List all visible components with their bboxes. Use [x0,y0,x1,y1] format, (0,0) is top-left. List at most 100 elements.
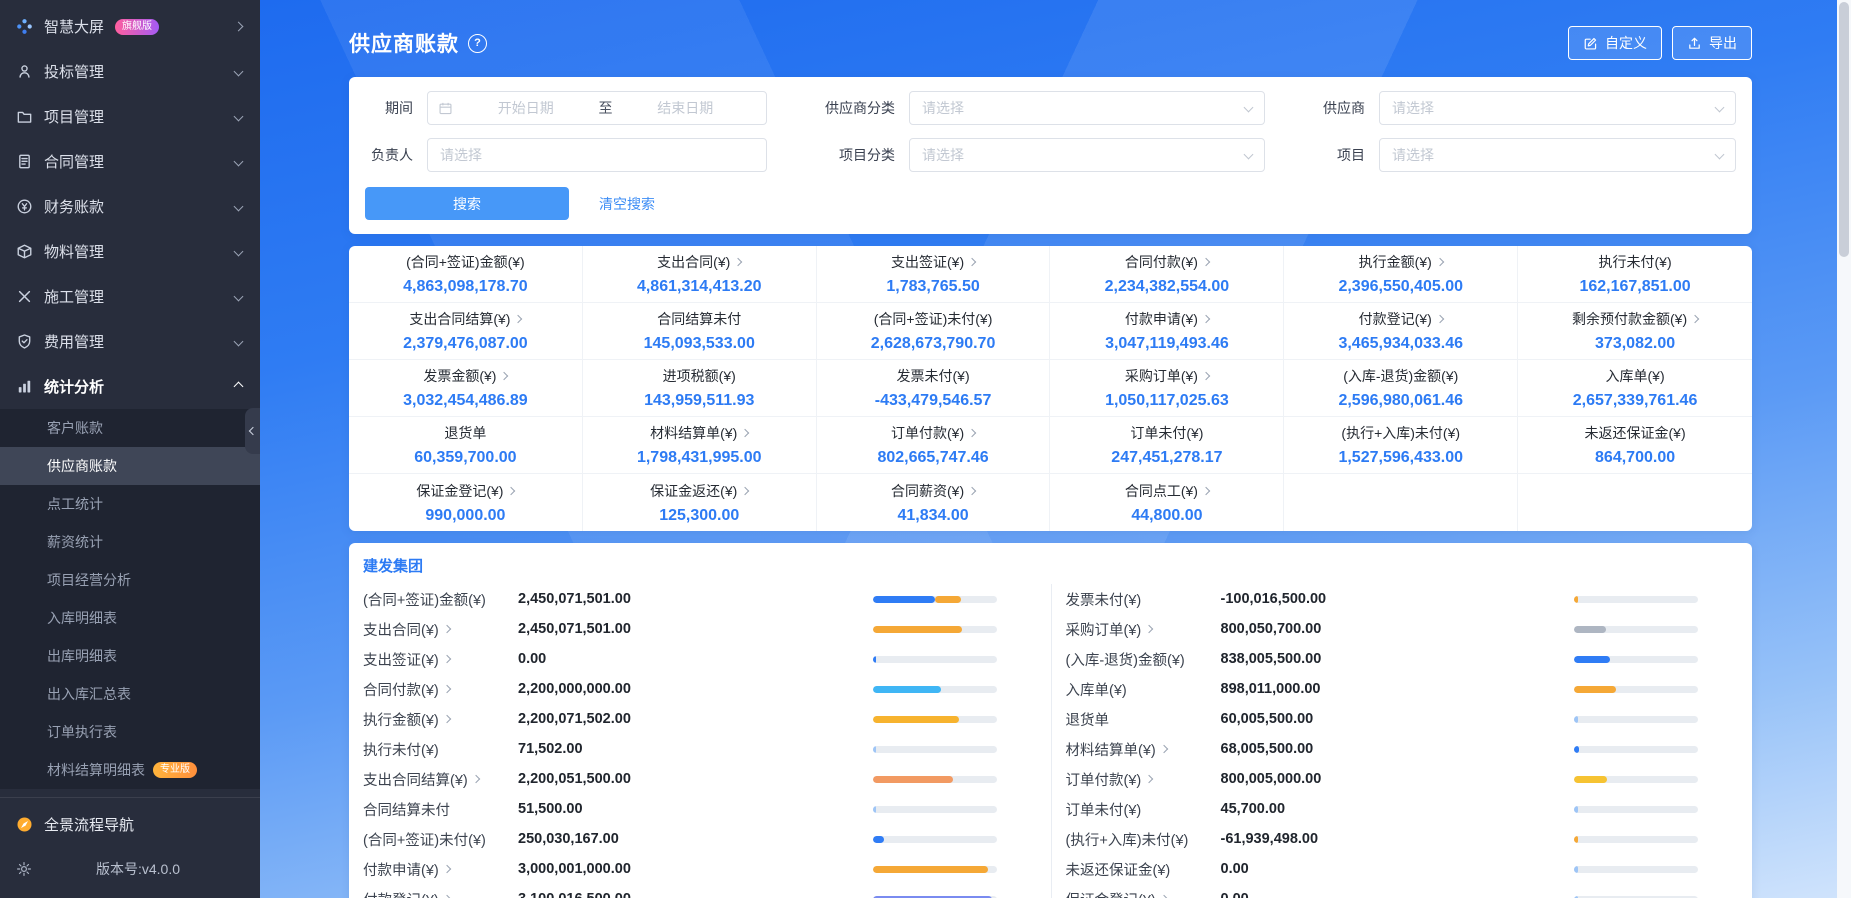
chevron-right-icon [1202,372,1210,380]
sidebar-subitem[interactable]: 供应商账款 [0,447,260,485]
stat-cell: (合同+签证)未付(¥)2,628,673,790.70 [817,303,1051,360]
stat-cell[interactable]: 支出合同结算(¥)2,379,476,087.00 [349,303,583,360]
sidebar-item[interactable]: 统计分析 [0,364,260,409]
project-input[interactable] [1380,139,1735,171]
stat-label-text: 合同点工(¥) [1125,481,1198,501]
calendar-icon [438,101,453,116]
detail-row-label[interactable]: 支出签证(¥) [363,649,518,670]
sidebar-item[interactable]: 施工管理 [0,274,260,319]
project-category-select[interactable] [909,138,1265,172]
chevron-right-icon [1145,775,1153,783]
detail-row-label[interactable]: 付款登记(¥) [363,889,518,898]
gear-icon[interactable] [16,861,32,877]
start-date-input[interactable] [455,92,597,124]
progress-fill [1574,746,1579,753]
project-select[interactable] [1379,138,1736,172]
stat-cell[interactable]: 付款登记(¥)3,465,934,033.46 [1284,303,1518,360]
stat-value: 2,596,980,061.46 [1338,392,1463,410]
stat-label-text: (执行+入库)未付(¥) [1341,423,1460,443]
detail-row-label[interactable]: 订单付款(¥) [1066,769,1221,790]
project-category-input[interactable] [910,139,1264,171]
detail-row-label[interactable]: 合同付款(¥) [363,679,518,700]
stat-label-text: 入库单(¥) [1606,366,1665,386]
export-button[interactable]: 导出 [1672,26,1752,60]
supplier-category-input[interactable] [910,92,1264,124]
sidebar-subitem[interactable]: 出入库汇总表 [0,675,260,713]
manager-input[interactable] [428,139,766,171]
sidebar-subitem[interactable]: 材料结算明细表专业版 [0,751,260,789]
sidebar-item[interactable]: 合同管理 [0,139,260,184]
detail-row: 支出合同结算(¥)2,200,051,500.00 [349,764,1051,794]
help-icon[interactable]: ? [468,34,487,53]
stat-cell[interactable]: 发票金额(¥)3,032,454,486.89 [349,360,583,417]
sidebar-collapse-handle[interactable] [245,408,260,454]
stat-label: 执行未付(¥) [1599,252,1672,272]
sidebar-subitem[interactable]: 项目经营分析 [0,561,260,599]
supplier-input[interactable] [1380,92,1735,124]
stat-cell[interactable]: 采购订单(¥)1,050,117,025.63 [1050,360,1284,417]
sidebar-item[interactable]: 费用管理 [0,319,260,364]
progress-fill [1574,776,1607,783]
sidebar-item[interactable]: 物料管理 [0,229,260,274]
window-scrollbar[interactable] [1837,0,1851,898]
sidebar-item[interactable]: 投标管理 [0,49,260,94]
manager-select[interactable] [427,138,767,172]
stat-cell[interactable]: 支出签证(¥)1,783,765.50 [817,246,1051,303]
detail-row-label[interactable]: 材料结算单(¥) [1066,739,1221,760]
sidebar-item[interactable]: 财务账款 [0,184,260,229]
sidebar-subitem-label: 订单执行表 [47,722,117,742]
detail-row-label[interactable]: 支出合同结算(¥) [363,769,518,790]
date-range-picker[interactable]: 至 [427,91,767,125]
stat-cell[interactable]: 付款申请(¥)3,047,119,493.46 [1050,303,1284,360]
stat-cell[interactable]: 合同薪资(¥)41,834.00 [817,474,1051,531]
sidebar-item-panorama-nav[interactable]: 全景流程导航 [0,801,260,848]
stat-label-text: 支出合同结算(¥) [409,309,510,329]
scrollbar-thumb[interactable] [1839,2,1849,257]
sidebar-subitem[interactable]: 入库明细表 [0,599,260,637]
stat-cell[interactable]: 合同点工(¥)44,800.00 [1050,474,1284,531]
sidebar-subitem-label: 入库明细表 [47,608,117,628]
customize-button[interactable]: 自定义 [1568,26,1662,60]
sidebar-item-label: 施工管理 [44,286,104,307]
detail-row: (执行+入库)未付(¥)-61,939,498.00 [1052,824,1753,854]
stat-value: 373,082.00 [1595,335,1675,353]
supplier-group-link[interactable]: 建发集团 [349,543,437,584]
sidebar-item-label: 智慧大屏 [44,16,104,37]
end-date-input[interactable] [615,92,757,124]
progress-fill [1574,836,1578,843]
stat-cell[interactable]: 剩余预付款金额(¥)373,082.00 [1518,303,1752,360]
period-label: 期间 [365,98,413,118]
sidebar-subitem[interactable]: 薪资统计 [0,523,260,561]
detail-row-label[interactable]: 执行金额(¥) [363,709,518,730]
stat-cell[interactable]: 合同付款(¥)2,234,382,554.00 [1050,246,1284,303]
sidebar-subitem[interactable]: 出库明细表 [0,637,260,675]
progress-track [1574,686,1698,693]
stat-cell[interactable]: 保证金登记(¥)990,000.00 [349,474,583,531]
clear-search-link[interactable]: 清空搜索 [599,194,655,214]
project-field: 项目 [1317,138,1736,172]
sidebar-item[interactable]: 项目管理 [0,94,260,139]
detail-row-label[interactable]: 付款申请(¥) [363,859,518,880]
stat-cell[interactable]: 订单付款(¥)802,665,747.46 [817,417,1051,474]
search-button[interactable]: 搜索 [365,187,569,220]
supplier-select[interactable] [1379,91,1736,125]
chevron-right-icon [442,865,450,873]
sidebar-subitem[interactable]: 订单执行表 [0,713,260,751]
stat-value: 2,657,339,761.46 [1573,392,1698,410]
detail-row-label[interactable]: 采购订单(¥) [1066,619,1221,640]
stat-cell[interactable]: 执行金额(¥)2,396,550,405.00 [1284,246,1518,303]
detail-row-label[interactable]: 保证金登记(¥) [1066,889,1221,898]
project-category-label: 项目分类 [819,145,895,165]
sidebar-subitem[interactable]: 客户账款 [0,409,260,447]
progress-bar [1574,806,1752,813]
stat-value: 1,527,596,433.00 [1338,449,1463,467]
sidebar-subitem[interactable]: 点工统计 [0,485,260,523]
stat-cell[interactable]: 材料结算单(¥)1,798,431,995.00 [583,417,817,474]
detail-row-label[interactable]: 支出合同(¥) [363,619,518,640]
progress-fill [873,626,962,633]
stat-cell[interactable]: 保证金返还(¥)125,300.00 [583,474,817,531]
sidebar-item[interactable]: 智慧大屏旗舰版 [0,4,260,49]
stat-cell[interactable]: 支出合同(¥)4,861,314,413.20 [583,246,817,303]
supplier-category-select[interactable] [909,91,1265,125]
stat-cell-empty [1284,474,1518,531]
